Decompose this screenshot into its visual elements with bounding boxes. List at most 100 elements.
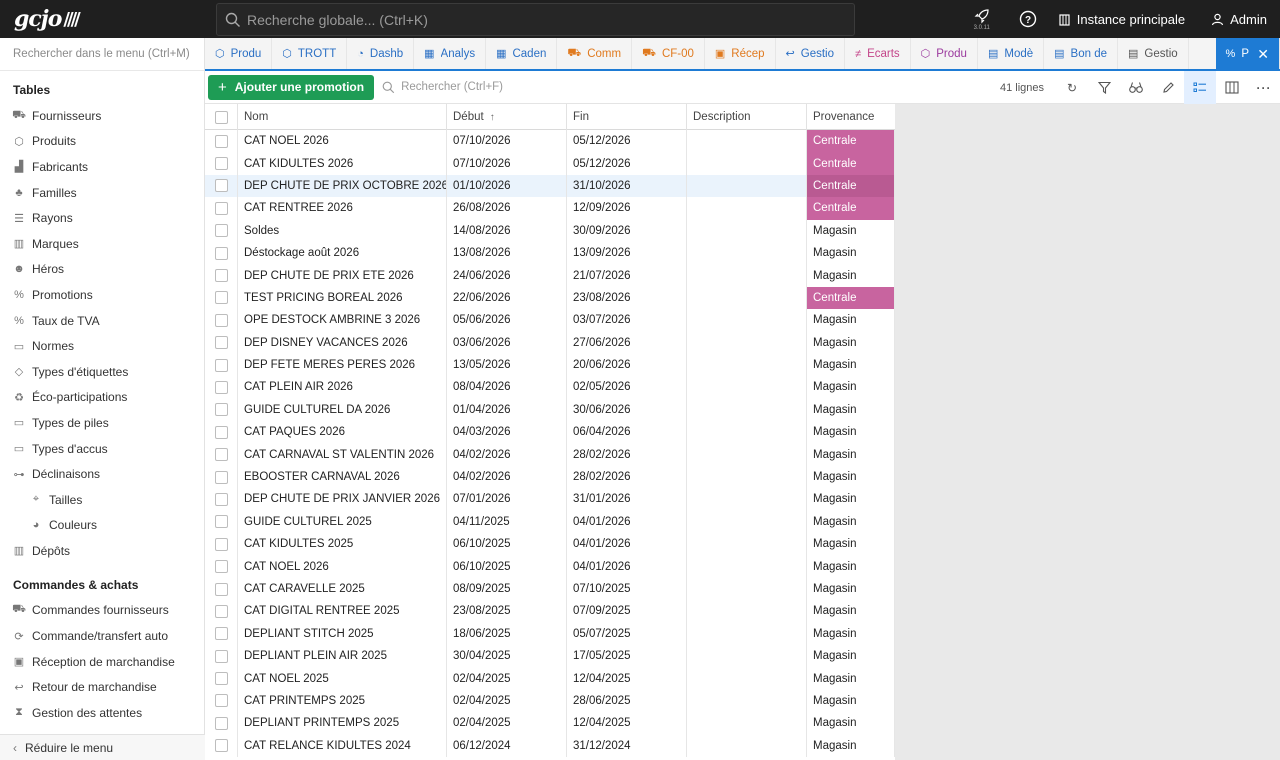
table-row[interactable]: TEST PRICING BOREAL 2026 22/06/2026 23/08/… [205,286,895,310]
tab-0[interactable]: ⬡ Produ [205,38,273,69]
row-checkbox[interactable] [205,600,238,623]
table-row[interactable]: CAT NOEL 2025 02/04/2025 12/04/2025 Magasin [205,667,895,690]
row-checkbox[interactable] [205,331,238,354]
sidebar-item-8[interactable]: % Taux de TVA [0,308,204,334]
sidebar-item-commandes-1[interactable]: ⟳ Commande/transfert auto [0,623,204,649]
sidebar-item-1[interactable]: ⬡ Produits [0,129,204,155]
row-checkbox[interactable] [205,644,238,668]
row-checkbox[interactable] [205,398,238,422]
table-row[interactable]: CAT KIDULTES 2026 07/10/2026 05/12/2026 Cen… [205,152,895,175]
table-row[interactable]: DEPLIANT PLEIN AIR 2025 30/04/2025 17/05/2… [205,644,895,668]
add-promotion-button[interactable]: + Ajouter une promotion [208,74,375,100]
sidebar-item-5[interactable]: ▥ Marques [0,231,204,257]
filter-button[interactable] [1088,71,1120,104]
tab-11[interactable]: ▤ Modè [978,38,1045,69]
sidebar-item-2[interactable]: ▟ Fabricants [0,154,204,180]
row-checkbox[interactable] [205,577,238,601]
table-row[interactable]: Soldes 14/08/2026 30/09/2026 Magasin [205,219,895,242]
refresh-button[interactable]: ↻ [1056,71,1088,104]
table-row[interactable]: DEP DISNEY VACANCES 2026 03/06/2026 27/06/… [205,331,895,354]
sidebar-subitem-1[interactable]: ◕ Couleurs [0,513,204,539]
app-logo[interactable]: gcjo//// [0,0,205,38]
collapse-menu-button[interactable]: ‹ Réduire le menu [0,734,205,760]
row-checkbox[interactable] [205,264,238,287]
row-checkbox[interactable] [205,465,238,489]
table-row[interactable]: CAT RENTREE 2026 26/08/2026 12/09/2026 Cent… [205,197,895,220]
sidebar-item-commandes-2[interactable]: ▣ Réception de marchandise [0,649,204,675]
sidebar-item-3[interactable]: ♣ Familles [0,180,204,206]
row-checkbox[interactable] [205,241,238,265]
compare-button[interactable] [1120,71,1152,104]
row-checkbox[interactable] [205,533,238,556]
row-checkbox[interactable] [205,174,238,198]
row-checkbox[interactable] [205,353,238,377]
row-checkbox[interactable] [205,555,238,578]
table-row[interactable]: CAT CARNAVAL ST VALENTIN 2026 04/02/2026 2… [205,443,895,466]
sidebar-item-depots[interactable]: ▥ Dépôts [0,538,204,564]
table-row[interactable]: Déstockage août 2026 13/08/2026 13/09/2026… [205,241,895,265]
row-checkbox[interactable] [205,152,238,175]
table-row[interactable]: CAT PLEIN AIR 2026 08/04/2026 02/05/2026 Ma… [205,376,895,399]
list-view-button[interactable] [1184,71,1216,104]
sidebar-item-commandes-3[interactable]: ↩ Retour de marchandise [0,674,204,700]
row-checkbox[interactable] [205,309,238,332]
table-row[interactable]: CAT RELANCE KIDULTES 2024 06/12/2024 31/12… [205,734,895,757]
tab-1[interactable]: ⬡ TROTT [272,38,348,69]
sidebar-item-7[interactable]: % Promotions [0,282,204,308]
tab-promotions-active[interactable]: % P ✕ [1215,38,1280,69]
table-row[interactable]: GUIDE CULTUREL DA 2026 01/04/2026 30/06/20… [205,398,895,422]
columns-button[interactable] [1216,71,1248,104]
release-notes-button[interactable]: 3.0.11 [966,0,998,38]
sidebar-subitem-0[interactable]: ⌖ Tailles [0,487,204,513]
sidebar-item-4[interactable]: ☰ Rayons [0,205,204,231]
tab-8[interactable]: ↩ Gestio [776,38,846,69]
column-header-description[interactable]: Description [687,104,807,130]
tab-7[interactable]: ▣ Récep [705,38,776,69]
help-button[interactable]: ? [1016,0,1040,38]
sidebar-item-13[interactable]: ▭ Types d'accus [0,436,204,462]
row-checkbox[interactable] [205,667,238,690]
column-header-fin[interactable]: Fin [567,104,687,130]
tab-13[interactable]: ▤ Gestio [1118,38,1189,69]
row-checkbox[interactable] [205,376,238,399]
tab-4[interactable]: ▦ Caden [486,38,558,69]
sidebar-item-11[interactable]: ♻ Éco-participations [0,385,204,411]
table-row[interactable]: DEPLIANT PRINTEMPS 2025 02/04/2025 12/04/2… [205,712,895,735]
table-row[interactable]: CAT KIDULTES 2025 06/10/2025 04/01/2026 Mag… [205,533,895,556]
table-row[interactable]: CAT PAQUES 2026 04/03/2026 06/04/2026 Magas… [205,421,895,444]
table-row[interactable]: OPE DESTOCK AMBRINE 3 2026 05/06/2026 03/0… [205,309,895,332]
table-row[interactable]: CAT NOEL 2026 07/10/2026 05/12/2026 Central… [205,130,895,153]
tab-12[interactable]: ▤ Bon de [1044,38,1118,69]
user-menu[interactable]: Admin [1211,12,1267,27]
row-checkbox[interactable] [205,421,238,444]
table-row[interactable]: CAT DIGITAL RENTREE 2025 23/08/2025 07/09/… [205,600,895,623]
sidebar-item-14[interactable]: ⊶ Déclinaisons [0,461,204,487]
table-row[interactable]: DEP FETE MERES PERES 2026 13/05/2026 20/06… [205,353,895,377]
table-row[interactable]: DEPLIANT STITCH 2025 18/06/2025 05/07/2025… [205,622,895,645]
table-row[interactable]: EBOOSTER CARNAVAL 2026 04/02/2026 28/02/20… [205,465,895,489]
table-row[interactable]: DEP CHUTE DE PRIX OCTOBRE 2026 01/10/2026… [205,174,895,198]
row-checkbox[interactable] [205,712,238,735]
row-checkbox[interactable] [205,219,238,242]
row-checkbox[interactable] [205,286,238,310]
more-options-button[interactable]: ··· [1248,71,1280,104]
tab-2[interactable]: ◔ Dashb [347,38,415,69]
sidebar-item-commandes-4[interactable]: ⧗ Gestion des attentes [0,700,204,726]
sidebar-item-9[interactable]: ▭ Normes [0,333,204,359]
row-checkbox[interactable] [205,622,238,645]
tab-3[interactable]: ▦ Analys [414,38,487,69]
row-checkbox[interactable] [205,488,238,511]
row-checkbox[interactable] [205,130,238,153]
tab-10[interactable]: ⬡ Produ [911,38,978,69]
table-row[interactable]: CAT NOEL 2026 06/10/2025 04/01/2026 Magasin [205,555,895,578]
row-checkbox[interactable] [205,510,238,534]
column-header-nom[interactable]: Nom [238,104,447,130]
select-all-checkbox[interactable] [205,104,238,130]
grid-search-input[interactable]: Rechercher (Ctrl+F) [382,75,782,100]
table-row[interactable]: CAT CARAVELLE 2025 08/09/2025 07/10/2025 Ma… [205,577,895,601]
menu-search-input[interactable]: Rechercher dans le menu (Ctrl+M) [0,38,204,71]
sidebar-item-12[interactable]: ▭ Types de piles [0,410,204,436]
row-checkbox[interactable] [205,197,238,220]
tab-6[interactable]: ⛟ CF-00 [632,38,705,69]
table-row[interactable]: DEP CHUTE DE PRIX ETE 2026 24/06/2026 21/0… [205,264,895,287]
